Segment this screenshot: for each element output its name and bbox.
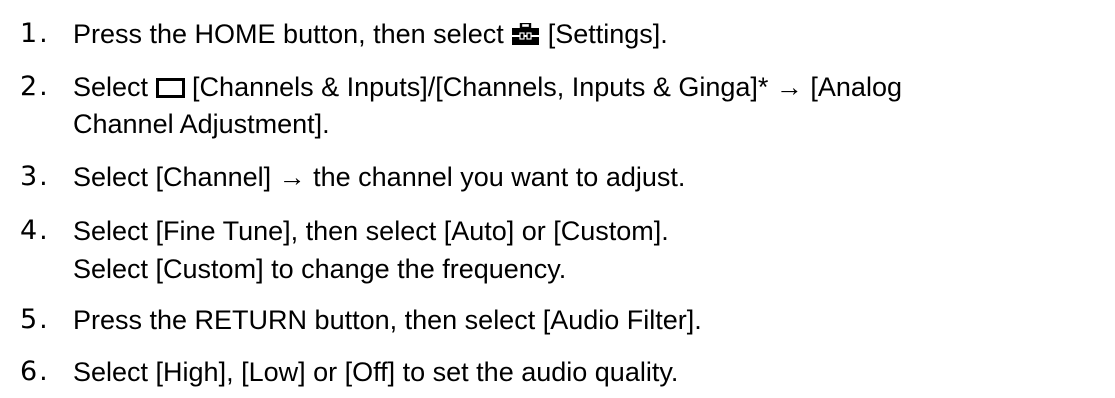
step-number: 5.	[20, 304, 50, 335]
step-text-part: Select	[73, 72, 156, 102]
toolbox-icon	[511, 22, 540, 45]
step-text: Select [High], [Low] or [Off] to set the…	[73, 357, 679, 387]
step-number: 2.	[20, 71, 50, 102]
step-number: 6.	[20, 356, 50, 387]
step-number: 4.	[20, 215, 50, 246]
step-text: Press the HOME button, then select [Sett…	[73, 15, 668, 53]
step-text: Select [Channel] → the channel you want …	[73, 162, 686, 192]
step-text-part: [Channels & Inputs]/[Channels, Inputs & …	[184, 72, 902, 102]
step-number: 3.	[20, 161, 50, 192]
step-text: Select [Channels & Inputs]/[Channels, In…	[73, 68, 902, 106]
step-text-part: Press the HOME button, then select	[73, 19, 512, 49]
tv-screen-icon	[155, 77, 185, 98]
step-subtext: Select [Custom] to change the frequency.	[73, 254, 567, 284]
step-text-part: [Settings].	[540, 19, 668, 49]
step-text: Press the RETURN button, then select [Au…	[73, 305, 702, 335]
step-number: 1.	[20, 18, 50, 49]
step-text-continuation: Channel Adjustment].	[73, 109, 330, 139]
step-text: Select [Fine Tune], then select [Auto] o…	[73, 216, 669, 246]
